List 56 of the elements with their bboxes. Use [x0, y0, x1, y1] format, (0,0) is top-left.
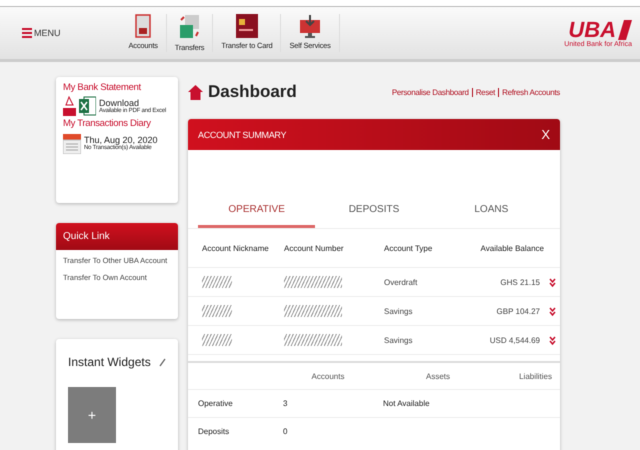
table-cell-text: GHS 21.15	[499, 278, 541, 286]
diary-date: Thu, Aug 20, 2020	[84, 135, 158, 145]
calendar-icon	[63, 132, 81, 154]
column-header: Account Type	[384, 244, 434, 252]
card-title: My Transactions Diary	[63, 118, 152, 129]
spreadsheet-icon[interactable]	[79, 96, 96, 116]
tab[interactable]: OPERATIVE	[198, 200, 316, 228]
pencil-icon[interactable]	[159, 358, 166, 366]
tab[interactable]: DEPOSITS	[315, 200, 433, 228]
logo-wordmark: UBA	[568, 18, 616, 40]
column-header: Available Balance	[480, 244, 544, 252]
table-cell-text: 3	[283, 399, 288, 408]
table-cell-text: Not Available	[383, 399, 431, 408]
card-title: My Bank Statement	[63, 82, 142, 93]
action-link[interactable]: Personalise Dashboard	[392, 88, 469, 96]
card-icon	[236, 14, 258, 38]
chevron-down-icon[interactable]	[548, 278, 556, 286]
tab[interactable]: LOANS	[432, 200, 550, 228]
panel-title: ACCOUNT SUMMARY	[198, 130, 286, 140]
card-header: Quick Link	[56, 223, 178, 250]
table-cell-text: Savings	[384, 306, 414, 316]
home-icon[interactable]	[188, 84, 203, 100]
column-header: Account Number	[284, 244, 345, 252]
logo-icon	[618, 20, 632, 40]
monitor-icon	[299, 14, 322, 38]
add-widget-button[interactable]: +	[68, 387, 116, 443]
redacted-mark	[284, 276, 342, 288]
transfer-icon	[178, 14, 202, 40]
download-link[interactable]: Download	[99, 98, 166, 108]
column-header: Account Nickname	[202, 244, 270, 252]
page-title: Dashboard	[208, 82, 297, 102]
redacted-mark	[284, 334, 342, 346]
redacted-mark	[284, 305, 342, 317]
table-cell-text: GBP 104.27	[496, 306, 541, 316]
redacted-mark	[202, 276, 232, 288]
table-cell-text: Savings	[384, 336, 414, 344]
menu-icon	[22, 28, 32, 38]
chevron-down-icon[interactable]	[548, 306, 556, 316]
pdf-icon[interactable]	[63, 96, 76, 116]
chevron-down-icon[interactable]	[548, 336, 556, 344]
table-cell-text: Deposits	[198, 427, 230, 436]
redacted-mark	[202, 305, 232, 317]
table-cell-text: Operative	[198, 399, 234, 408]
action-link[interactable]: Reset	[472, 88, 496, 96]
card-title: Instant Widgets	[68, 355, 151, 369]
action-link[interactable]: Refresh Accounts	[498, 88, 560, 96]
column-header: Liabilities	[518, 372, 552, 380]
table-cell-text: Overdraft	[384, 278, 418, 286]
close-button[interactable]: X	[541, 127, 550, 142]
column-header: Assets	[424, 372, 451, 380]
table-cell-text: 0	[283, 427, 288, 436]
table-cell-text: USD 4,544.69	[488, 336, 541, 344]
menu-button[interactable]: MENU	[22, 28, 60, 38]
document-icon	[135, 14, 152, 38]
redacted-mark	[202, 334, 232, 346]
column-header: Accounts	[310, 372, 346, 380]
